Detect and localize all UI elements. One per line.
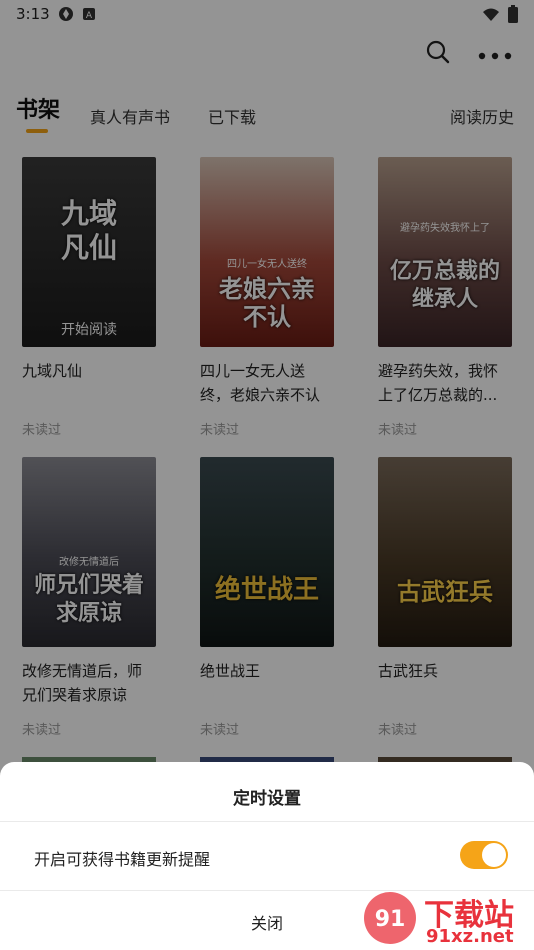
update-reminder-label: 开启可获得书籍更新提醒	[34, 850, 211, 869]
bookshelf-page: 3:13 A 书架 真人有声书 已下载 阅读历史 九域凡仙 开始阅读 九域凡仙 …	[0, 0, 534, 950]
divider	[0, 821, 534, 822]
sheet-title: 定时设置	[233, 789, 301, 809]
site-watermark: 91 下载站 91xz.net	[360, 888, 532, 950]
toggle-knob	[482, 843, 506, 867]
svg-text:91: 91	[375, 907, 406, 932]
watermark-url: 91xz.net	[426, 926, 514, 947]
update-reminder-toggle[interactable]	[460, 841, 508, 869]
